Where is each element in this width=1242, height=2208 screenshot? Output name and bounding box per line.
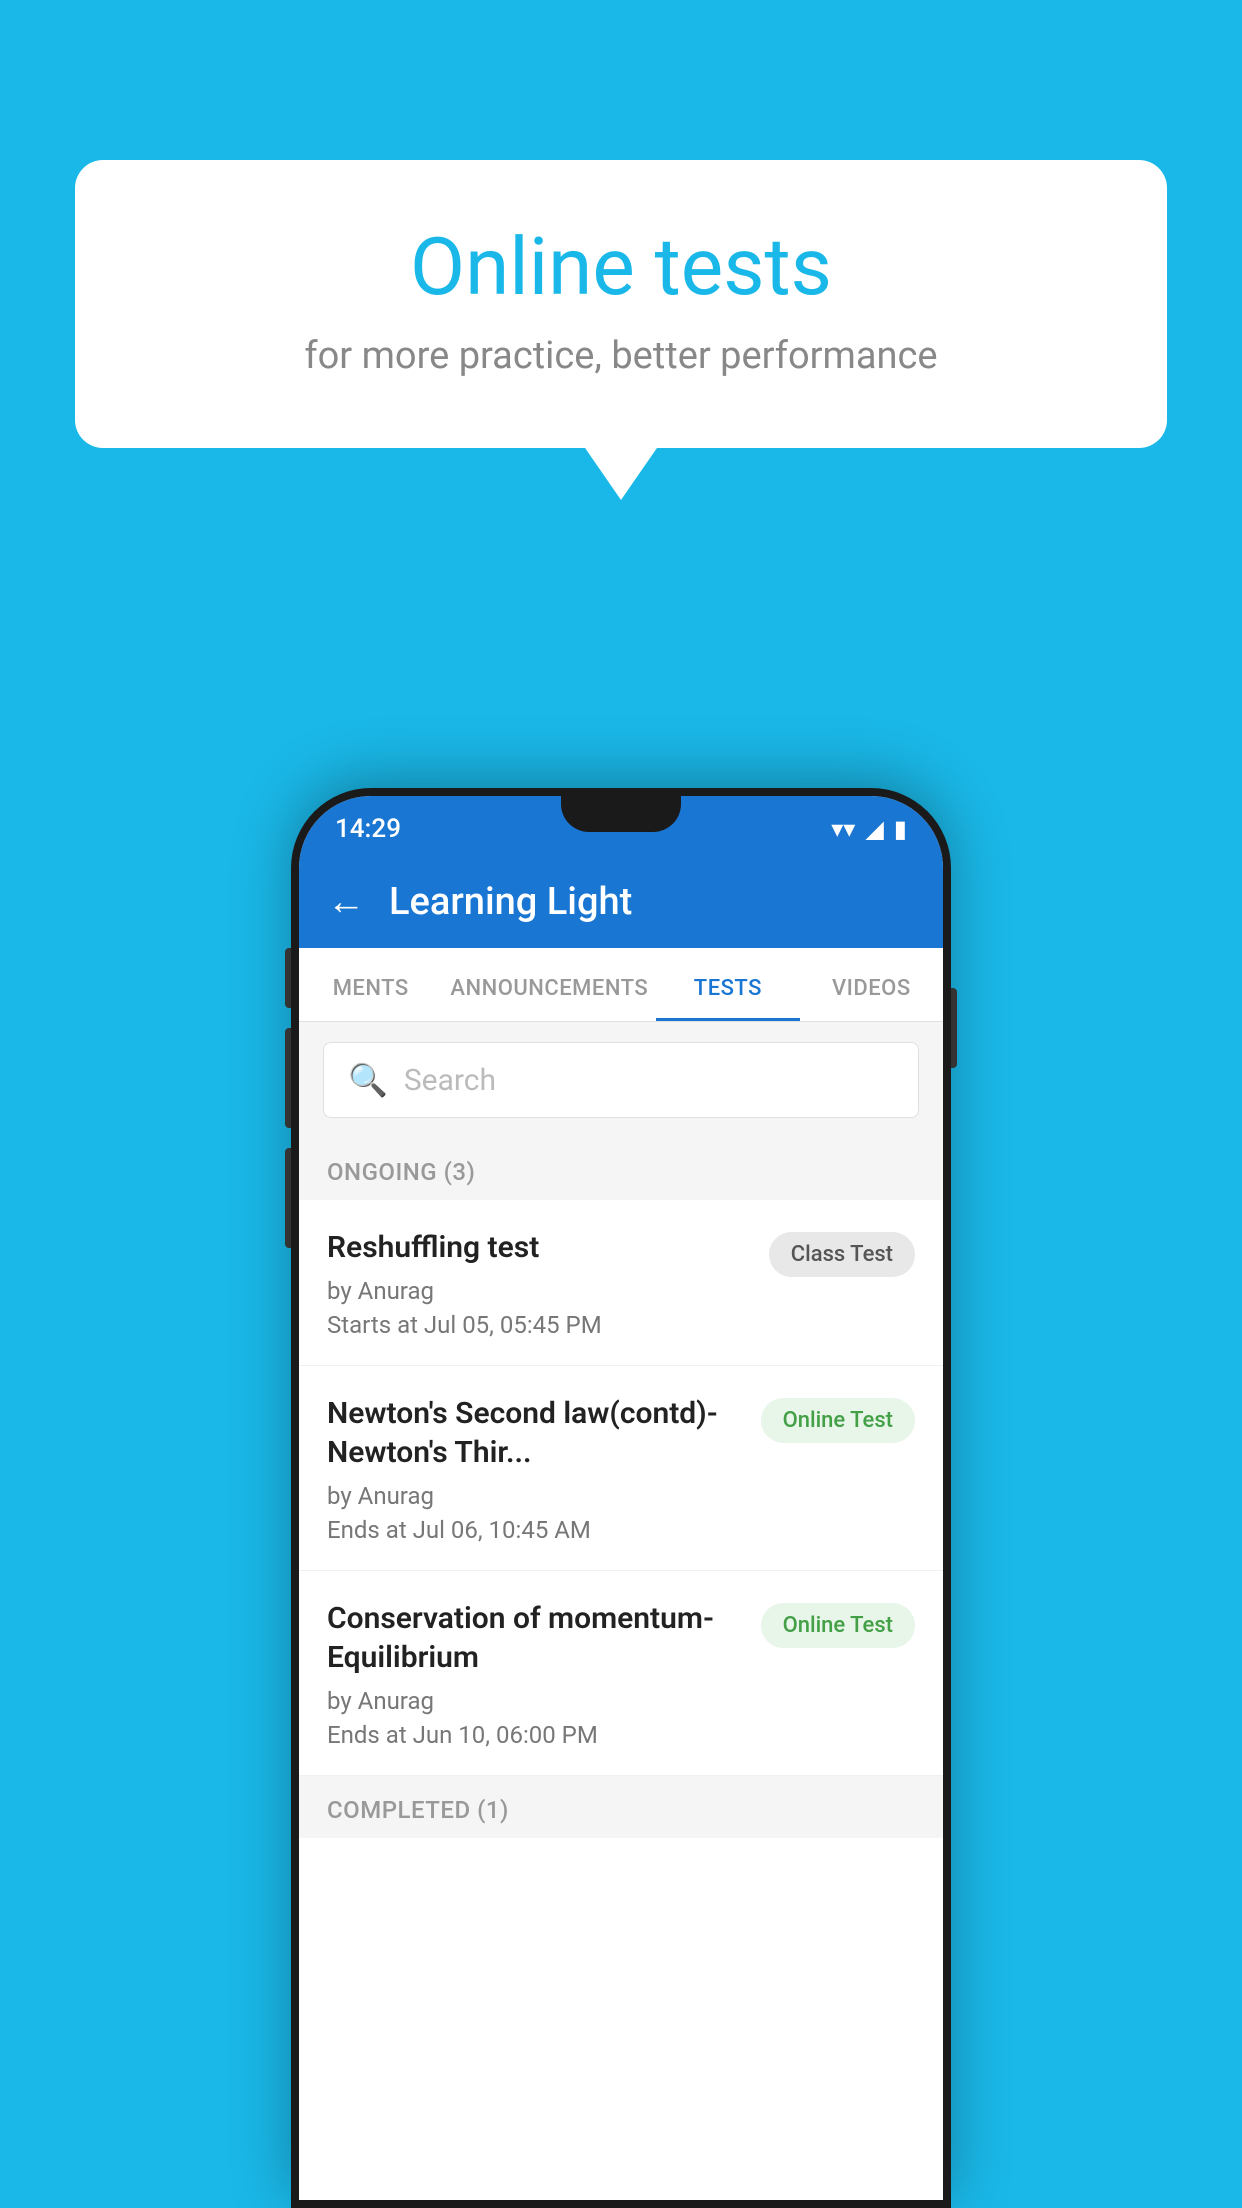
app-header: ← Learning Light — [299, 856, 943, 948]
test-badge-1: Class Test — [769, 1232, 915, 1277]
test-author-1: by Anurag — [327, 1277, 753, 1305]
test-item-3[interactable]: Conservation of momentum-Equilibrium by … — [299, 1571, 943, 1776]
tab-bar: MENTS ANNOUNCEMENTS TESTS VIDEOS — [299, 948, 943, 1022]
test-info-1: Reshuffling test by Anurag Starts at Jul… — [327, 1228, 769, 1339]
status-time: 14:29 — [335, 814, 401, 844]
completed-section-label: COMPLETED (1) — [299, 1776, 943, 1838]
test-badge-3: Online Test — [761, 1603, 915, 1648]
tab-announcements[interactable]: ANNOUNCEMENTS — [442, 948, 656, 1021]
test-name-1: Reshuffling test — [327, 1228, 753, 1267]
phone-screen: 14:29 ▾▾ ◢ ▮ ← Learning Light MENTS ANNO… — [299, 796, 943, 2200]
test-item-1[interactable]: Reshuffling test by Anurag Starts at Jul… — [299, 1200, 943, 1366]
phone-side-button-left-1 — [285, 948, 291, 1008]
phone-side-button-left-3 — [285, 1148, 291, 1248]
app-title: Learning Light — [389, 880, 632, 924]
signal-icon: ◢ — [865, 815, 883, 843]
search-container: 🔍 Search — [299, 1022, 943, 1138]
search-placeholder: Search — [404, 1063, 496, 1098]
test-name-3: Conservation of momentum-Equilibrium — [327, 1599, 745, 1677]
back-button[interactable]: ← — [327, 880, 365, 924]
speech-bubble-container: Online tests for more practice, better p… — [75, 160, 1167, 448]
test-info-2: Newton's Second law(contd)-Newton's Thir… — [327, 1394, 761, 1544]
test-info-3: Conservation of momentum-Equilibrium by … — [327, 1599, 761, 1749]
speech-bubble: Online tests for more practice, better p… — [75, 160, 1167, 448]
phone-notch — [561, 796, 681, 832]
test-item-2[interactable]: Newton's Second law(contd)-Newton's Thir… — [299, 1366, 943, 1571]
ongoing-section-label: ONGOING (3) — [299, 1138, 943, 1200]
test-date-3: Ends at Jun 10, 06:00 PM — [327, 1721, 745, 1749]
phone-side-button-left-2 — [285, 1028, 291, 1128]
test-name-2: Newton's Second law(contd)-Newton's Thir… — [327, 1394, 745, 1472]
status-icons: ▾▾ ◢ ▮ — [831, 815, 907, 843]
phone-frame: 14:29 ▾▾ ◢ ▮ ← Learning Light MENTS ANNO… — [291, 788, 951, 2208]
battery-icon: ▮ — [894, 815, 907, 843]
search-box[interactable]: 🔍 Search — [323, 1042, 919, 1118]
bubble-subtitle: for more practice, better performance — [155, 334, 1087, 378]
test-date-1: Starts at Jul 05, 05:45 PM — [327, 1311, 753, 1339]
bubble-title: Online tests — [155, 220, 1087, 314]
tab-videos[interactable]: VIDEOS — [800, 948, 943, 1021]
test-date-2: Ends at Jul 06, 10:45 AM — [327, 1516, 745, 1544]
tab-tests[interactable]: TESTS — [656, 948, 799, 1021]
test-badge-2: Online Test — [761, 1398, 915, 1443]
test-author-3: by Anurag — [327, 1687, 745, 1715]
test-list: Reshuffling test by Anurag Starts at Jul… — [299, 1200, 943, 2200]
phone-side-button-right — [951, 988, 957, 1068]
tab-ments[interactable]: MENTS — [299, 948, 442, 1021]
wifi-icon: ▾▾ — [831, 815, 855, 843]
search-icon: 🔍 — [348, 1061, 388, 1099]
test-author-2: by Anurag — [327, 1482, 745, 1510]
